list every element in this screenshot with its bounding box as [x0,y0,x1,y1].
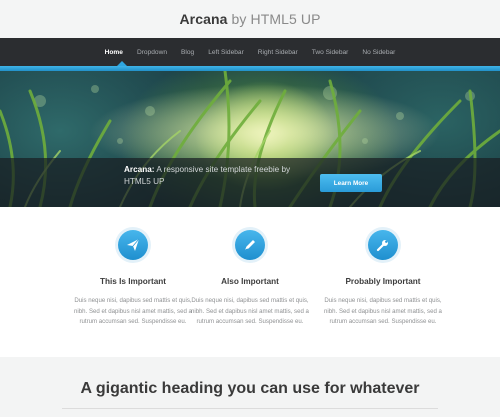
feature-text: Duis neque nisi, dapibus sed mattis et q… [324,297,442,325]
site-byline: by HTML5 UP [231,11,321,27]
site-header: Arcana by HTML5 UP [0,0,500,38]
nav-item-home[interactable]: Home [105,49,123,56]
nav-item-no-sidebar[interactable]: No Sidebar [362,49,395,56]
nav-item-right-sidebar[interactable]: Right Sidebar [258,49,298,56]
feature-text: Duis neque nisi, dapibus sed mattis et q… [74,297,192,325]
banner-caption-text: Arcana: A responsive site template freeb… [124,164,314,188]
features-section: This Is Important Duis neque nisi, dapib… [0,207,500,357]
feature-icon-ring [365,227,401,263]
feature-title: Also Important [221,277,279,286]
nav-item-left-sidebar[interactable]: Left Sidebar [208,49,244,56]
feature-title: This Is Important [100,277,166,286]
feature-icon-ring [115,227,151,263]
wrench-icon [376,240,388,252]
feature-icon-ring [232,227,268,263]
divider [62,408,438,409]
learn-more-button[interactable]: Learn More [320,174,382,192]
paper-plane-icon [127,238,140,251]
caption-brand: Arcana: [124,165,155,174]
section-heading: A gigantic heading you can use for whate… [80,380,420,397]
site-title[interactable]: Arcana [179,11,227,27]
nav-item-two-sidebar[interactable]: Two Sidebar [312,49,349,56]
feature-text: Duis neque nisi, dapibus sed mattis et q… [191,297,309,325]
nav-item-dropdown[interactable]: Dropdown [137,49,167,56]
nav-item-blog[interactable]: Blog [181,49,194,56]
feature-title: Probably Important [345,277,421,286]
main-nav: Home Dropdown Blog Left Sidebar Right Si… [0,38,500,66]
pencil-icon [245,240,255,250]
